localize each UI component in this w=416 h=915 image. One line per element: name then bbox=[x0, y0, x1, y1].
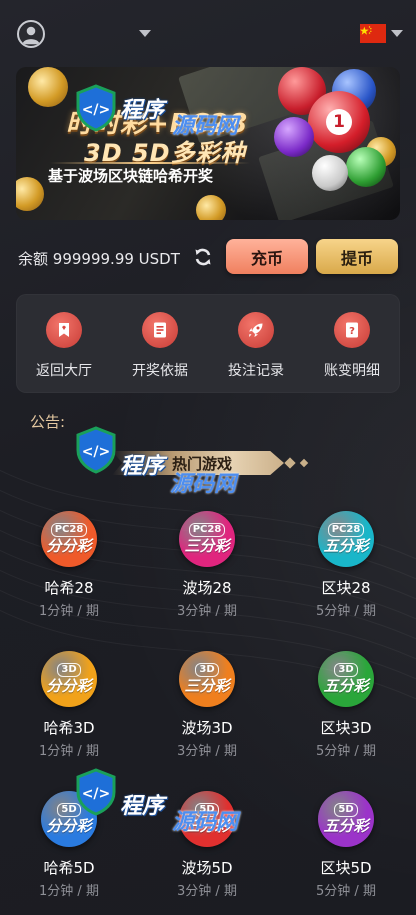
coin-decoration bbox=[16, 177, 44, 211]
top-bar bbox=[0, 0, 416, 68]
game-card-block3d[interactable]: 3D 五分彩 区块3D 5分钟 / 期 bbox=[277, 651, 415, 781]
coin-decoration bbox=[196, 195, 226, 220]
game-name: 波场28 bbox=[182, 579, 232, 597]
svg-text:</>: </> bbox=[82, 444, 111, 460]
user-avatar-icon[interactable] bbox=[17, 20, 45, 48]
game-name: 哈希3D bbox=[43, 719, 95, 737]
game-icon: 3D 分分彩 bbox=[41, 651, 97, 707]
game-name: 哈希5D bbox=[43, 859, 95, 877]
coin-decoration bbox=[28, 67, 68, 107]
game-card-tron3d[interactable]: 3D 三分彩 波场3D 3分钟 / 期 bbox=[138, 651, 276, 781]
refresh-icon[interactable] bbox=[193, 247, 213, 267]
quick-menu-item-account-changes[interactable]: ? 账变明细 bbox=[304, 294, 400, 393]
quick-menu-label: 投注记录 bbox=[228, 363, 284, 379]
game-card-tron5d[interactable]: 5D 三分彩 波场5D 3分钟 / 期 bbox=[138, 791, 276, 915]
game-period: 5分钟 / 期 bbox=[316, 884, 376, 899]
game-icon: 5D 分分彩 bbox=[41, 791, 97, 847]
game-icon: 5D 三分彩 bbox=[179, 791, 235, 847]
game-icon: 3D 五分彩 bbox=[318, 651, 374, 707]
svg-text:?: ? bbox=[349, 326, 355, 337]
game-period: 1分钟 / 期 bbox=[39, 604, 99, 619]
banner-description: 基于波场区块链哈希开奖 bbox=[48, 167, 214, 185]
ribbon-diamond-decoration bbox=[299, 458, 309, 468]
quick-menu-item-lobby[interactable]: 返回大厅 bbox=[16, 294, 112, 393]
game-icon: PC28 分分彩 bbox=[41, 511, 97, 567]
account-dropdown-chevron-icon[interactable] bbox=[139, 30, 151, 37]
game-period: 3分钟 / 期 bbox=[177, 604, 237, 619]
game-card-block28[interactable]: PC28 五分彩 区块28 5分钟 / 期 bbox=[277, 511, 415, 641]
balance-value: 999999.99 USDT bbox=[52, 250, 180, 268]
recharge-button[interactable]: 充币 bbox=[226, 239, 308, 274]
game-period: 1分钟 / 期 bbox=[39, 744, 99, 759]
game-card-block5d[interactable]: 5D 五分彩 区块5D 5分钟 / 期 bbox=[277, 791, 415, 915]
quick-menu-label: 账变明细 bbox=[324, 363, 380, 379]
game-icon: PC28 三分彩 bbox=[179, 511, 235, 567]
china-flag-icon[interactable] bbox=[360, 24, 386, 43]
game-name: 哈希28 bbox=[44, 579, 94, 597]
promo-banner[interactable]: 1 时时彩+PC28 3D 5D多彩种 基于波场区块链哈希开奖 bbox=[16, 67, 400, 220]
game-name: 区块5D bbox=[320, 859, 372, 877]
app-page: 1 时时彩+PC28 3D 5D多彩种 基于波场区块链哈希开奖 余额 99999… bbox=[0, 0, 416, 915]
game-period: 5分钟 / 期 bbox=[316, 604, 376, 619]
game-period: 5分钟 / 期 bbox=[316, 744, 376, 759]
game-card-hash3d[interactable]: 3D 分分彩 哈希3D 1分钟 / 期 bbox=[0, 651, 138, 781]
hot-games-title: 热门游戏 bbox=[172, 455, 233, 473]
game-icon: PC28 五分彩 bbox=[318, 511, 374, 567]
game-name: 区块28 bbox=[321, 579, 371, 597]
question-doc-icon: ? bbox=[334, 312, 370, 348]
lottery-ball-number-one: 1 bbox=[308, 91, 370, 153]
lottery-ball bbox=[312, 155, 348, 191]
lottery-ball bbox=[274, 117, 314, 157]
game-period: 3分钟 / 期 bbox=[177, 744, 237, 759]
quick-menu-item-draw-basis[interactable]: 开奖依据 bbox=[112, 294, 208, 393]
bookmark-icon bbox=[46, 312, 82, 348]
quick-menu: 返回大厅 开奖依据 投注记录 ? 账变明细 bbox=[16, 294, 400, 393]
withdraw-button[interactable]: 提币 bbox=[316, 239, 398, 274]
game-card-tron28[interactable]: PC28 三分彩 波场28 3分钟 / 期 bbox=[138, 511, 276, 641]
language-dropdown-chevron-icon[interactable] bbox=[391, 30, 403, 37]
banner-divider bbox=[50, 162, 250, 164]
balance-display: 余额 999999.99 USDT bbox=[18, 248, 180, 269]
game-name: 区块3D bbox=[320, 719, 372, 737]
game-card-hash5d[interactable]: 5D 分分彩 哈希5D 1分钟 / 期 bbox=[0, 791, 138, 915]
balance-label: 余额 bbox=[18, 250, 49, 268]
game-card-hash28[interactable]: PC28 分分彩 哈希28 1分钟 / 期 bbox=[0, 511, 138, 641]
quick-menu-item-bet-records[interactable]: 投注记录 bbox=[208, 294, 304, 393]
game-icon: 5D 五分彩 bbox=[318, 791, 374, 847]
game-icon: 3D 三分彩 bbox=[179, 651, 235, 707]
quick-menu-label: 返回大厅 bbox=[36, 363, 92, 379]
game-name: 波场5D bbox=[181, 859, 233, 877]
game-name: 波场3D bbox=[181, 719, 233, 737]
hot-games-header: 热门游戏 bbox=[112, 451, 309, 475]
game-period: 3分钟 / 期 bbox=[177, 884, 237, 899]
announcement-label[interactable]: 公告: bbox=[30, 411, 65, 432]
ribbon-diamond-decoration bbox=[284, 457, 296, 469]
document-icon bbox=[142, 312, 178, 348]
lottery-ball bbox=[346, 147, 386, 187]
quick-menu-label: 开奖依据 bbox=[132, 363, 188, 379]
game-period: 1分钟 / 期 bbox=[39, 884, 99, 899]
rocket-icon bbox=[238, 312, 274, 348]
